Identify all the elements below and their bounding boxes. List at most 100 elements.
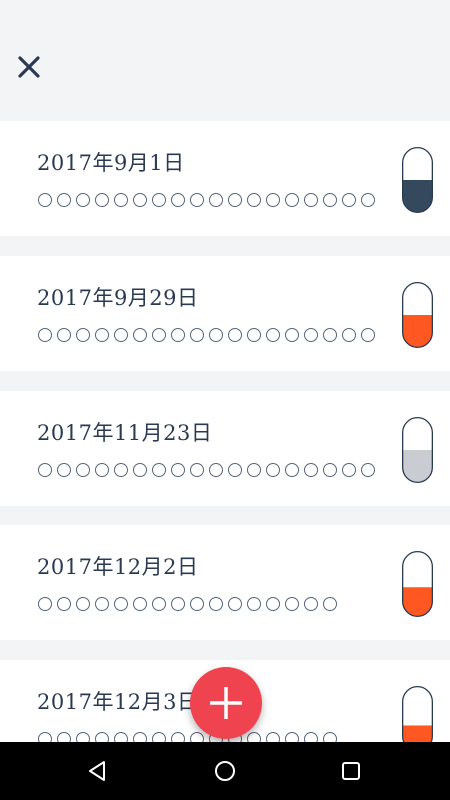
progress-dot [323, 328, 337, 342]
progress-dot [266, 597, 280, 611]
progress-dot [190, 328, 204, 342]
progress-dots [38, 193, 375, 207]
progress-dot [38, 597, 52, 611]
list-item[interactable]: 2017年9月29日 [0, 256, 450, 371]
progress-dot [342, 328, 356, 342]
progress-dot [95, 193, 109, 207]
close-icon [18, 56, 40, 78]
progress-dot [266, 463, 280, 477]
recents-square-icon [342, 762, 360, 780]
progress-dot [76, 328, 90, 342]
progress-dots [38, 328, 375, 342]
home-circle-icon [215, 761, 235, 781]
progress-dot [76, 193, 90, 207]
list-item[interactable]: 2017年12月2日 [0, 525, 450, 640]
list-item[interactable]: 2017年9月1日 [0, 121, 450, 236]
progress-dot [209, 463, 223, 477]
progress-dot [95, 597, 109, 611]
progress-dot [171, 328, 185, 342]
progress-dot [209, 597, 223, 611]
progress-dot [95, 463, 109, 477]
progress-dot [152, 463, 166, 477]
progress-dot [323, 597, 337, 611]
progress-dot [171, 193, 185, 207]
entry-date: 2017年9月29日 [37, 286, 199, 310]
progress-dot [76, 597, 90, 611]
progress-dot [133, 328, 147, 342]
progress-dot [133, 193, 147, 207]
progress-dot [361, 463, 375, 477]
progress-dot [304, 328, 318, 342]
entry-date: 2017年12月2日 [37, 555, 199, 579]
progress-dot [190, 463, 204, 477]
progress-dot [114, 328, 128, 342]
progress-dot [304, 597, 318, 611]
progress-dot [285, 597, 299, 611]
progress-dot [228, 328, 242, 342]
top-bar [0, 0, 450, 121]
entry-date: 2017年12月3日 [37, 690, 199, 714]
back-button[interactable] [86, 759, 110, 783]
progress-dot [247, 328, 261, 342]
progress-dot [152, 328, 166, 342]
capsule-level-icon [402, 147, 433, 213]
progress-dot [247, 193, 261, 207]
progress-dot [247, 463, 261, 477]
progress-dots [38, 597, 337, 611]
progress-dots [38, 463, 375, 477]
entry-date: 2017年9月1日 [37, 151, 185, 175]
progress-dot [342, 463, 356, 477]
capsule-fill [402, 587, 433, 617]
progress-dot [361, 193, 375, 207]
add-button[interactable] [190, 667, 262, 739]
progress-dot [323, 193, 337, 207]
progress-dot [38, 193, 52, 207]
progress-dot [152, 193, 166, 207]
progress-dot [133, 463, 147, 477]
progress-dot [247, 597, 261, 611]
progress-dot [190, 193, 204, 207]
close-button[interactable] [14, 52, 44, 82]
progress-dot [190, 597, 204, 611]
progress-dot [38, 328, 52, 342]
entry-date: 2017年11月23日 [37, 421, 213, 445]
progress-dot [285, 193, 299, 207]
progress-dot [114, 463, 128, 477]
capsule-level-icon [402, 551, 433, 617]
progress-dot [57, 597, 71, 611]
progress-dot [304, 193, 318, 207]
progress-dot [342, 193, 356, 207]
progress-dot [171, 463, 185, 477]
progress-dot [228, 463, 242, 477]
progress-dot [304, 463, 318, 477]
progress-dot [266, 193, 280, 207]
progress-dot [323, 463, 337, 477]
system-nav-bar [0, 742, 450, 800]
progress-dot [228, 597, 242, 611]
progress-dot [95, 328, 109, 342]
progress-dot [76, 463, 90, 477]
progress-dot [152, 597, 166, 611]
capsule-level-icon [402, 282, 433, 348]
progress-dot [209, 193, 223, 207]
progress-dot [57, 328, 71, 342]
back-triangle-icon [89, 761, 105, 781]
progress-dot [285, 328, 299, 342]
plus-icon [210, 687, 242, 719]
recents-button[interactable] [339, 759, 363, 783]
capsule-level-icon [402, 417, 433, 483]
progress-dot [57, 193, 71, 207]
progress-dot [228, 193, 242, 207]
list-item[interactable]: 2017年11月23日 [0, 391, 450, 506]
progress-dot [171, 597, 185, 611]
home-button[interactable] [213, 759, 237, 783]
progress-dot [361, 328, 375, 342]
progress-dot [114, 597, 128, 611]
progress-dot [285, 463, 299, 477]
progress-dot [57, 463, 71, 477]
progress-dot [266, 328, 280, 342]
progress-dot [209, 328, 223, 342]
progress-dot [38, 463, 52, 477]
progress-dot [133, 597, 147, 611]
progress-dot [114, 193, 128, 207]
